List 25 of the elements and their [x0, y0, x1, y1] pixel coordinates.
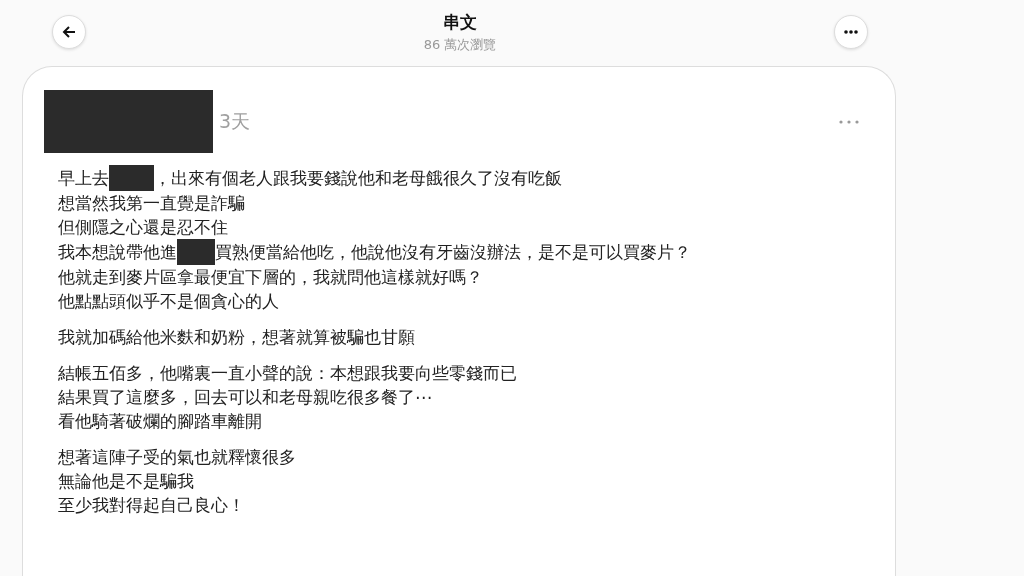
post-text: 早上去 [58, 167, 109, 190]
post-text: 買熟便當給他吃，他說他沒有牙齒沒辦法，是不是可以買麥片？ [215, 241, 691, 264]
more-icon[interactable] [839, 119, 859, 124]
post-text: 我就加碼給他米麩和奶粉，想著就算被騙也甘願 [58, 326, 415, 349]
view-count: 86 萬次瀏覽 [423, 35, 497, 54]
more-icon [844, 30, 858, 34]
post-text: 看他騎著破爛的腳踏車離開 [58, 410, 262, 433]
back-button[interactable] [52, 15, 86, 49]
post-text: 我本想說帶他進 [58, 241, 177, 264]
more-button[interactable] [834, 15, 868, 49]
post-text: 他點點頭似乎不是個貪心的人 [58, 290, 279, 313]
post-text: ，出來有個老人跟我要錢說他和老母餓很久了沒有吃飯 [154, 167, 562, 190]
post-text: 至少我對得起自己良心！ [58, 494, 245, 517]
redaction-block [177, 239, 215, 265]
post-text: 想當然我第一直覺是詐騙 [58, 192, 245, 215]
page-title: 串文 [443, 10, 477, 34]
post-text: 但側隱之心還是忍不住 [58, 216, 228, 239]
back-arrow-icon [61, 24, 77, 40]
redaction-block [109, 165, 154, 191]
post-text: 他就走到麥片區拿最便宜下層的，我就問他這樣就好嗎？ [58, 266, 483, 289]
post-text: 結果買了這麼多，回去可以和老母親吃很多餐了⋯ [58, 386, 432, 409]
post-text: 想著這陣子受的氣也就釋懷很多 [58, 446, 296, 469]
post-text: 結帳五佰多，他嘴裏一直小聲的說：本想跟我要向些零錢而已 [58, 362, 517, 385]
post-time: 3天 [219, 108, 252, 134]
post-text: 無論他是不是騙我 [58, 470, 194, 493]
